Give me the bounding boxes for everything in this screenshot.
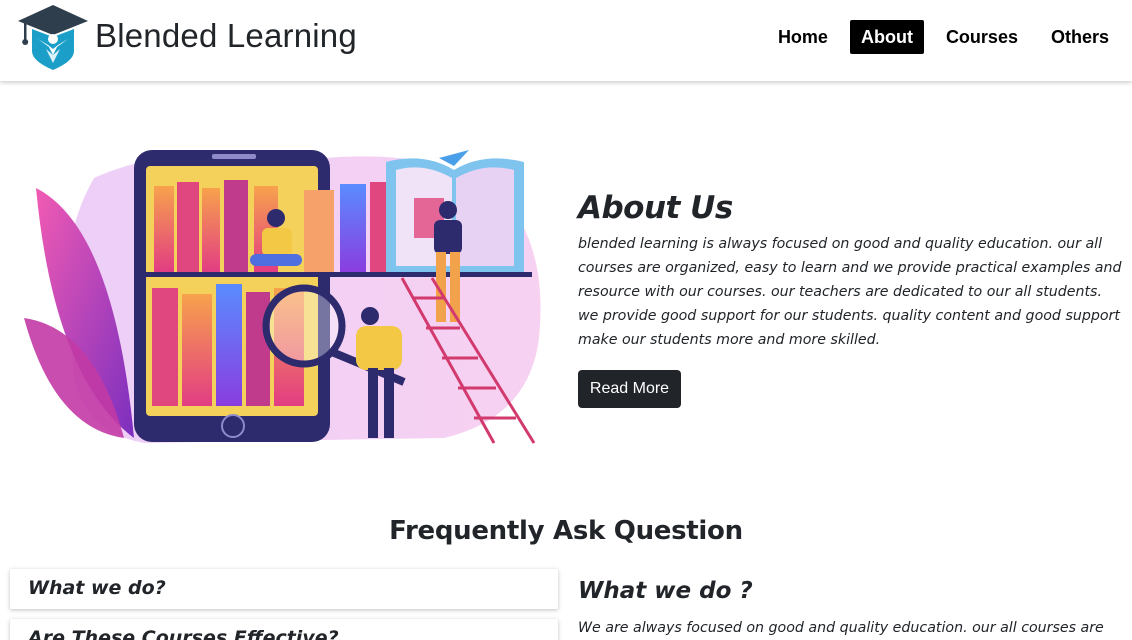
- nav-home[interactable]: Home: [767, 20, 839, 54]
- faq-question-courses-effective[interactable]: Are These Courses Effective?: [10, 619, 558, 640]
- main-nav: Home About Courses Others: [756, 20, 1120, 54]
- about-section: About Us blended learning is always focu…: [578, 190, 1123, 352]
- about-title: About Us: [578, 190, 733, 226]
- faq-answer-body: We are always focused on good and qualit…: [578, 620, 1104, 636]
- top-navbar: Blended Learning Home About Courses Othe…: [0, 0, 1132, 81]
- about-description: blended learning is always focused on go…: [578, 236, 1122, 348]
- nav-about[interactable]: About: [849, 20, 924, 54]
- faq-question-what-we-do[interactable]: What we do?: [10, 569, 558, 609]
- online-library-illustration: [24, 150, 541, 444]
- read-more-button[interactable]: Read More: [578, 370, 681, 408]
- nav-others[interactable]: Others: [1040, 20, 1120, 54]
- brand[interactable]: Blended Learning: [16, 3, 357, 71]
- brand-name: Blended Learning: [95, 17, 357, 54]
- faq-answer-title: What we do ?: [578, 578, 753, 604]
- faq-title: Frequently Ask Question: [389, 516, 743, 546]
- nav-courses[interactable]: Courses: [935, 20, 1029, 54]
- graduation-cap-student-icon: [18, 5, 88, 70]
